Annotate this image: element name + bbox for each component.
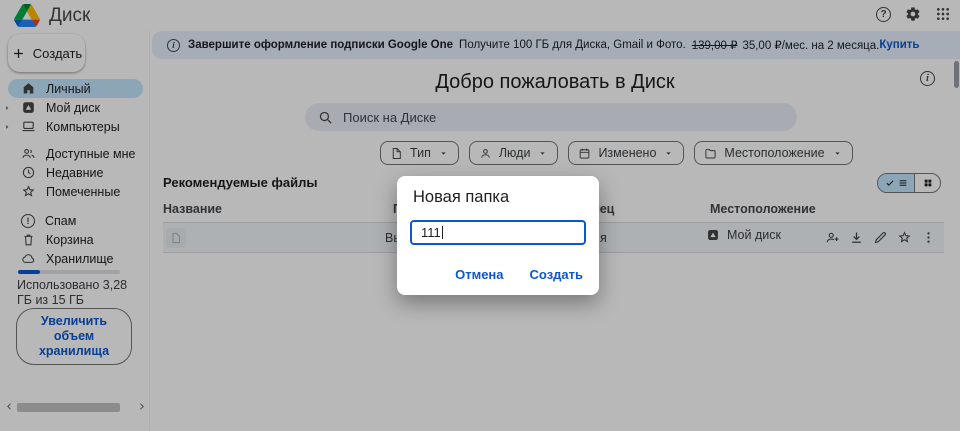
create-folder-button[interactable]: Создать [530, 267, 583, 282]
folder-name-input[interactable]: 111 [410, 220, 586, 245]
dialog-actions: Отмена Создать [455, 267, 583, 282]
text-cursor [441, 226, 443, 239]
cancel-button[interactable]: Отмена [455, 267, 503, 282]
google-drive-app: Диск ? i Завершите оформление подписки G… [0, 0, 960, 431]
folder-name-value: 111 [421, 225, 441, 240]
new-folder-dialog: Новая папка 111 Отмена Создать [397, 176, 599, 295]
dialog-title: Новая папка [413, 188, 510, 206]
